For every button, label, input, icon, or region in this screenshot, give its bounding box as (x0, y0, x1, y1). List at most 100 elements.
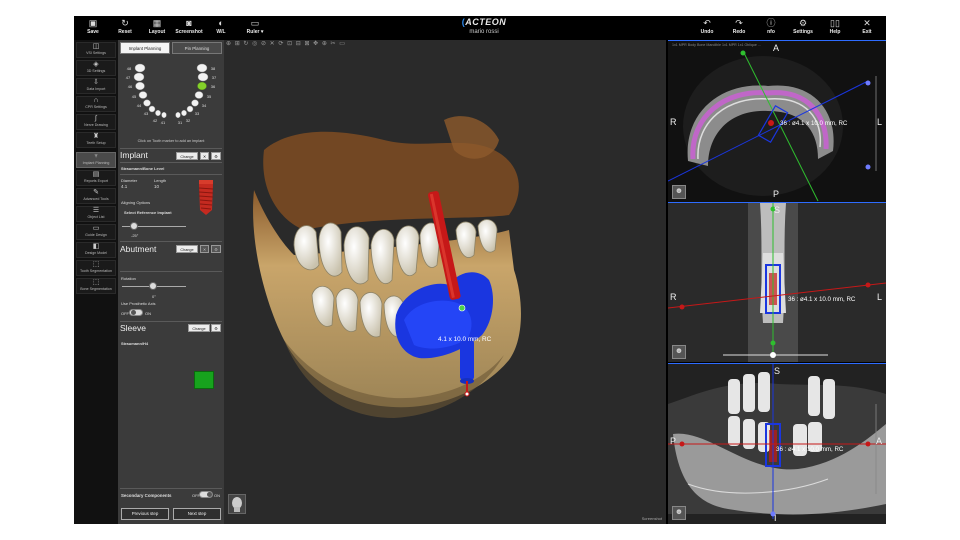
segmentation-icon: ⬚ (92, 279, 100, 286)
previous-step-button[interactable]: Previous step (121, 508, 169, 520)
report-icon: ▤ (92, 171, 100, 178)
contrast-icon: ◐ (218, 18, 224, 28)
implant-delete-button[interactable]: ✕ (200, 152, 209, 160)
tooth-chart[interactable]: 48 47 46 45 44 43 42 41 38 37 36 35 34 3… (118, 58, 224, 150)
ct-axial-slice (668, 50, 877, 202)
sleeve-settings-button[interactable]: ⚙ (211, 324, 221, 332)
cross-section-orientation-button[interactable]: ☻ (672, 345, 686, 359)
sidebar-item-implant-planning[interactable]: ♆ Implant Planning (76, 152, 116, 168)
next-step-button[interactable]: Next step (173, 508, 221, 520)
orientation-label-posterior: P (773, 189, 780, 199)
toggle-thumb (207, 492, 212, 497)
toggle-thumb (131, 310, 136, 315)
orientation-label-inferior: I (774, 513, 777, 523)
gear-icon: ⚙ (214, 327, 218, 331)
divider (120, 241, 222, 242)
implant-change-button[interactable]: Change (176, 152, 198, 160)
save-button[interactable]: ▣ Save (78, 18, 108, 40)
tooth-chart-hint: Click on Tooth marker to add an implant (137, 139, 205, 143)
layout-button[interactable]: ▦ Layout (142, 18, 172, 40)
redo-icon: ↷ (735, 18, 743, 28)
implant-properties-panel: Implant Planning Pin Planning 48 47 46 4… (118, 40, 224, 524)
tangential-orientation-button[interactable]: ☻ (672, 506, 686, 520)
implant-settings-button[interactable]: ⚙ (211, 152, 221, 160)
tooth-label: 33 (195, 111, 200, 116)
acteon-logo: (ACTEON (461, 17, 507, 27)
tooth-label: 32 (186, 118, 191, 123)
head-icon: ☻ (674, 507, 684, 516)
tooth-label: 44 (137, 103, 142, 108)
book-icon: ▯▯ (830, 18, 840, 28)
tooth-label: 47 (126, 75, 131, 80)
ct-cross-section-view[interactable]: S R L 36 : ø4.1 x 10.0 mm, RC ☻ (668, 202, 886, 362)
ct-tangential-view[interactable]: S I P A 36 : ø4.1 x 10.0 mm, RC ☻ (668, 363, 886, 524)
3d-skull-render (253, 116, 521, 418)
tooth-label: 31 (178, 120, 183, 125)
info-icon: ⓘ (766, 18, 776, 28)
reset-icon: ↻ (121, 18, 129, 28)
toggle-on-label: ON (214, 493, 220, 498)
sidebar-item-reports-export[interactable]: ▤ Reports Export (76, 170, 116, 186)
rotation-slider-knob[interactable] (149, 282, 157, 290)
aligning-options-label: Aligning Options (121, 200, 151, 205)
sidebar-item-design-model[interactable]: ◧ Design Model (76, 242, 116, 258)
settings-button[interactable]: ⚙ Settings (788, 18, 818, 40)
ruler-button[interactable]: ▭ Ruler ▾ (240, 18, 270, 40)
sidebar-item-advanced-tools[interactable]: ✎ Advanced Tools (76, 188, 116, 204)
3d-orientation-button[interactable] (228, 494, 246, 514)
tooth-label: 46 (128, 84, 133, 89)
sidebar-item-bone-segmentation[interactable]: ⬚ Bone Segmentation (76, 278, 116, 294)
reset-button[interactable]: ↻ Reset (110, 18, 140, 40)
help-button[interactable]: ▯▯ Help (820, 18, 850, 40)
sidebar-item-vsi-settings[interactable]: ◫ VSI Settings (76, 42, 116, 58)
axial-orientation-button[interactable]: ☻ (672, 185, 686, 199)
sidebar-item-tooth-segmentation[interactable]: ⬚ Tooth Segmentation (76, 260, 116, 276)
orientation-label-right: R (670, 292, 677, 302)
abutment-change-button[interactable]: Change (176, 245, 198, 253)
abutment-delete-button[interactable]: ✕ (200, 245, 209, 253)
orientation-label-left: L (877, 117, 883, 127)
sidebar-item-object-list[interactable]: ☰ Object List (76, 206, 116, 222)
tooth-icon: ♜ (92, 133, 100, 140)
orientation-label-anterior: A (773, 43, 780, 53)
segmentation-icon: ⬚ (92, 261, 100, 268)
tooth-label: 48 (127, 66, 132, 71)
orientation-label-superior: S (774, 205, 781, 215)
angle-slider-knob[interactable] (130, 222, 138, 230)
cube-icon: ◈ (93, 61, 99, 68)
sleeve-change-button[interactable]: Change (188, 324, 210, 332)
window-level-button[interactable]: ◐ W/L (206, 18, 236, 40)
sidebar-item-nerve-drawing[interactable]: ∫ Nerve Drawing (76, 114, 116, 130)
sidebar-item-3d-settings[interactable]: ◈ 3D Settings (76, 60, 116, 76)
prosthetic-axis-toggle[interactable] (129, 309, 143, 316)
3d-view[interactable]: ⊕ ⊞ ↻ ◎ ⊘ ✕ ⟳ ⊡ ⊟ ⊠ ✥ ⊕ ✂ ▭ 4.1 x 10.0 m… (224, 40, 666, 524)
save-icon: ▣ (88, 18, 98, 28)
abutment-settings-button[interactable]: ⚙ (211, 245, 221, 253)
sidebar-item-guide-design[interactable]: ▭ Guide Design (76, 224, 116, 240)
abutment-section-title: Abutment (120, 244, 157, 254)
ct-cross-section-slice (668, 203, 886, 362)
sidebar-item-data-import[interactable]: ⇩ Data Import (76, 78, 116, 94)
secondary-components-toggle[interactable] (199, 491, 213, 498)
info-button[interactable]: ⓘ nfo (756, 18, 786, 40)
divider (120, 488, 222, 489)
sidebar-item-cpr-settings[interactable]: ∩ CPR Settings (76, 96, 116, 112)
screenshot-button[interactable]: ◙ Screenshot (174, 18, 204, 40)
undo-button[interactable]: ↶ Undo (692, 18, 722, 40)
tab-pin-planning[interactable]: Pin Planning (172, 42, 222, 54)
import-icon: ⇩ (93, 79, 99, 86)
exit-button[interactable]: ✕ Exit (852, 18, 882, 40)
close-icon: ✕ (863, 18, 871, 28)
sidebar-item-teeth-setup[interactable]: ♜ Teeth Setup (76, 132, 116, 148)
select-reference-implant[interactable]: Select Reference Implant (124, 210, 172, 215)
brand: (ACTEON mario rossi (454, 16, 514, 36)
divider (120, 162, 222, 163)
ct-axial-view[interactable]: 1x1 MPR Body Bone Mandible 1x1 MPR 1x1 O… (668, 40, 886, 202)
tab-implant-planning[interactable]: Implant Planning (120, 42, 170, 54)
divider (120, 148, 222, 149)
implant-preview-image (198, 180, 214, 215)
screenshot-label[interactable]: Screenshot (642, 516, 662, 521)
divider (120, 174, 222, 175)
redo-button[interactable]: ↷ Redo (724, 18, 754, 40)
ruler-icon: ▭ (250, 18, 260, 28)
